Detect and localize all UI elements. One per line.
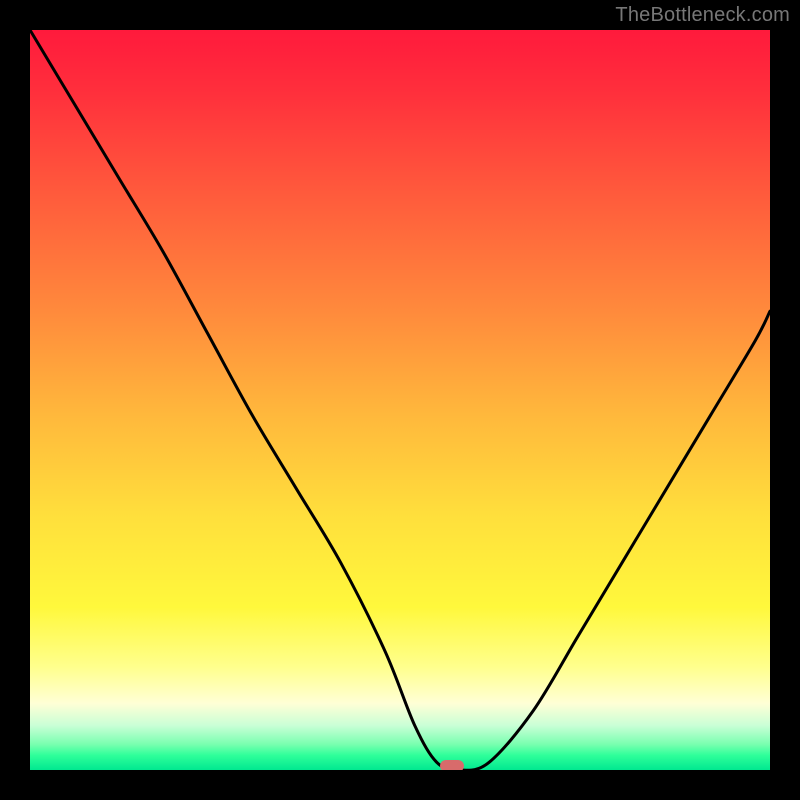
plot-area [30, 30, 770, 770]
watermark-text: TheBottleneck.com [615, 4, 790, 27]
curve-svg [30, 30, 770, 770]
bottleneck-curve [30, 30, 770, 770]
chart-frame: TheBottleneck.com [0, 0, 800, 800]
optimal-marker [440, 760, 464, 770]
